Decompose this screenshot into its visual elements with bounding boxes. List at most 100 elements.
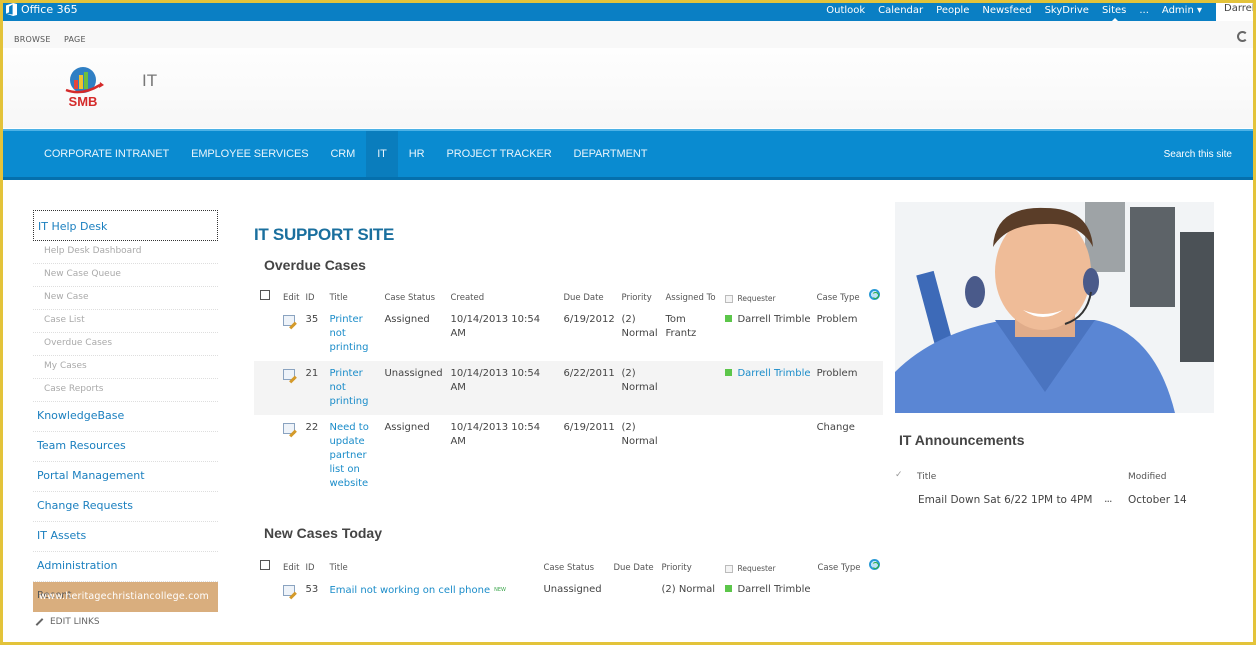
col-created[interactable]: Created [447, 287, 560, 307]
table-row[interactable]: 53 Email not working on cell phone NEW Un… [254, 577, 883, 607]
suite-link-more[interactable]: ... [1139, 5, 1149, 16]
case-requester[interactable]: Darrell Trimble [722, 307, 813, 361]
col-id[interactable]: ID [302, 287, 326, 307]
edit-item-icon[interactable] [283, 585, 295, 596]
leftnav-it-assets[interactable]: IT Assets [33, 522, 218, 552]
col-title[interactable]: Title [917, 472, 936, 482]
col-title[interactable]: Title [326, 557, 540, 577]
col-id[interactable]: ID [302, 557, 326, 577]
requester-name[interactable]: Darrell Trimble [737, 368, 810, 379]
office365-brand[interactable]: Office 365 [6, 3, 78, 16]
case-status: Unassigned [543, 584, 602, 595]
suite-link-people[interactable]: People [936, 5, 969, 16]
case-requester[interactable]: Darrell Trimble [722, 577, 814, 607]
col-case-type[interactable]: Case Type [814, 557, 866, 577]
col-assigned-to[interactable]: Assigned To [662, 287, 722, 307]
col-requester[interactable]: Requester [722, 557, 814, 577]
leftnav-knowledgebase[interactable]: KnowledgeBase [33, 402, 218, 432]
select-all-checkbox[interactable] [260, 560, 270, 570]
announcement-item[interactable]: Email Down Sat 6/22 1PM to 4PM ... Octob… [893, 492, 1213, 512]
col-priority[interactable]: Priority [658, 557, 722, 577]
col-edit[interactable]: Edit [280, 557, 302, 577]
topnav-department[interactable]: DEPARTMENT [563, 131, 659, 177]
select-all-check-icon[interactable]: ✓ [895, 470, 903, 480]
col-case-status[interactable]: Case Status [540, 557, 610, 577]
topnav-employee-services[interactable]: EMPLOYEE SERVICES [180, 131, 319, 177]
leftnav-my-cases[interactable]: My Cases [33, 356, 218, 379]
requester-name[interactable]: Darrell Trimble [737, 584, 810, 595]
user-menu[interactable]: Darrell [1216, 0, 1256, 21]
leftnav-portal-management[interactable]: Portal Management [33, 462, 218, 492]
leftnav-case-list[interactable]: Case List [33, 310, 218, 333]
col-due-date[interactable]: Due Date [610, 557, 658, 577]
case-priority: (2) Normal [621, 314, 658, 339]
case-title-link[interactable]: Printer not printing [326, 361, 381, 415]
search-input[interactable]: Search this site [1164, 149, 1232, 160]
table-row[interactable]: 21 Printer not printing Unassigned 10/14… [254, 361, 883, 415]
table-header: Edit ID Title Case Status Created Due Da… [254, 287, 883, 307]
edit-item-icon[interactable] [283, 369, 295, 380]
requester-checkbox[interactable] [725, 295, 734, 303]
suite-link-outlook[interactable]: Outlook [826, 5, 865, 16]
leftnav-change-requests[interactable]: Change Requests [33, 492, 218, 522]
sync-icon[interactable] [1237, 31, 1248, 42]
leftnav-team-resources[interactable]: Team Resources [33, 432, 218, 462]
announcement-title[interactable]: Email Down Sat 6/22 1PM to 4PM [918, 494, 1092, 506]
case-requester[interactable]: Darrell Trimble [722, 361, 813, 415]
ribbon-tab-browse[interactable]: BROWSE [14, 35, 51, 44]
topnav-corporate-intranet[interactable]: CORPORATE INTRANET [33, 131, 180, 177]
leftnav-new-case[interactable]: New Case [33, 287, 218, 310]
smb-logo-icon[interactable]: SMB [60, 64, 106, 110]
case-due-date: 6/22/2011 [563, 368, 615, 379]
suite-link-sites[interactable]: Sites [1102, 5, 1126, 21]
col-case-status[interactable]: Case Status [381, 287, 447, 307]
edit-item-icon[interactable] [283, 315, 295, 326]
leftnav-new-case-queue[interactable]: New Case Queue [33, 264, 218, 287]
col-requester[interactable]: Requester [722, 287, 813, 307]
edit-links-button[interactable]: EDIT LINKS [33, 617, 218, 627]
case-title-link[interactable]: Need to update partner list on website [326, 415, 381, 497]
requester-name[interactable]: Darrell Trimble [737, 314, 810, 325]
topnav-it[interactable]: IT [366, 131, 398, 177]
overdue-cases-title[interactable]: Overdue Cases [264, 257, 884, 273]
edit-item-icon[interactable] [283, 423, 295, 434]
item-menu-ellipsis-icon[interactable]: ... [1104, 492, 1112, 505]
suite-link-admin[interactable]: Admin ▾ [1162, 5, 1202, 16]
topnav-crm[interactable]: CRM [319, 131, 366, 177]
case-title-link[interactable]: Printer not printing [326, 307, 381, 361]
case-created: 10/14/2013 10:54 AM [450, 368, 541, 393]
suite-link-skydrive[interactable]: SkyDrive [1045, 5, 1089, 16]
col-modified[interactable]: Modified [1128, 472, 1166, 482]
case-title-link[interactable]: Email not working on cell phone [329, 585, 490, 596]
suite-link-newsfeed[interactable]: Newsfeed [982, 5, 1031, 16]
col-priority[interactable]: Priority [618, 287, 662, 307]
table-row[interactable]: 22 Need to update partner list on websit… [254, 415, 883, 497]
new-cases-today-title[interactable]: New Cases Today [264, 525, 884, 541]
leftnav-overdue-cases[interactable]: Overdue Cases [33, 333, 218, 356]
left-navigation: IT Help Desk Help Desk Dashboard New Cas… [33, 210, 218, 627]
case-status: Assigned [384, 314, 430, 325]
col-title[interactable]: Title [326, 287, 381, 307]
leftnav-case-reports[interactable]: Case Reports [33, 379, 218, 402]
select-all-checkbox[interactable] [260, 290, 270, 300]
site-title[interactable]: IT [142, 71, 157, 91]
topnav-hr[interactable]: HR [398, 131, 436, 177]
announcements-list: ✓ Title Modified Email Down Sat 6/22 1PM… [893, 470, 1213, 512]
topnav-project-tracker[interactable]: PROJECT TRACKER [435, 131, 562, 177]
announcements-title[interactable]: IT Announcements [899, 432, 1025, 448]
leftnav-it-help-desk[interactable]: IT Help Desk [33, 210, 218, 241]
suite-link-calendar[interactable]: Calendar [878, 5, 923, 16]
refresh-icon[interactable] [869, 559, 881, 570]
leftnav-recent[interactable]: Recent www.heritagechristiancollege.com [33, 582, 218, 612]
col-due-date[interactable]: Due Date [560, 287, 618, 307]
leftnav-administration[interactable]: Administration [33, 552, 218, 582]
table-row[interactable]: 35 Printer not printing Assigned 10/14/2… [254, 307, 883, 361]
suite-links: Outlook Calendar People Newsfeed SkyDriv… [813, 0, 1202, 21]
ribbon-tab-page[interactable]: PAGE [64, 35, 86, 44]
requester-checkbox[interactable] [725, 565, 734, 573]
refresh-icon[interactable] [868, 289, 880, 300]
col-edit[interactable]: Edit [280, 287, 302, 307]
leftnav-help-desk-dashboard[interactable]: Help Desk Dashboard [33, 241, 218, 264]
col-case-type[interactable]: Case Type [814, 287, 866, 307]
case-assigned-to[interactable]: Tom Frantz [662, 307, 722, 361]
